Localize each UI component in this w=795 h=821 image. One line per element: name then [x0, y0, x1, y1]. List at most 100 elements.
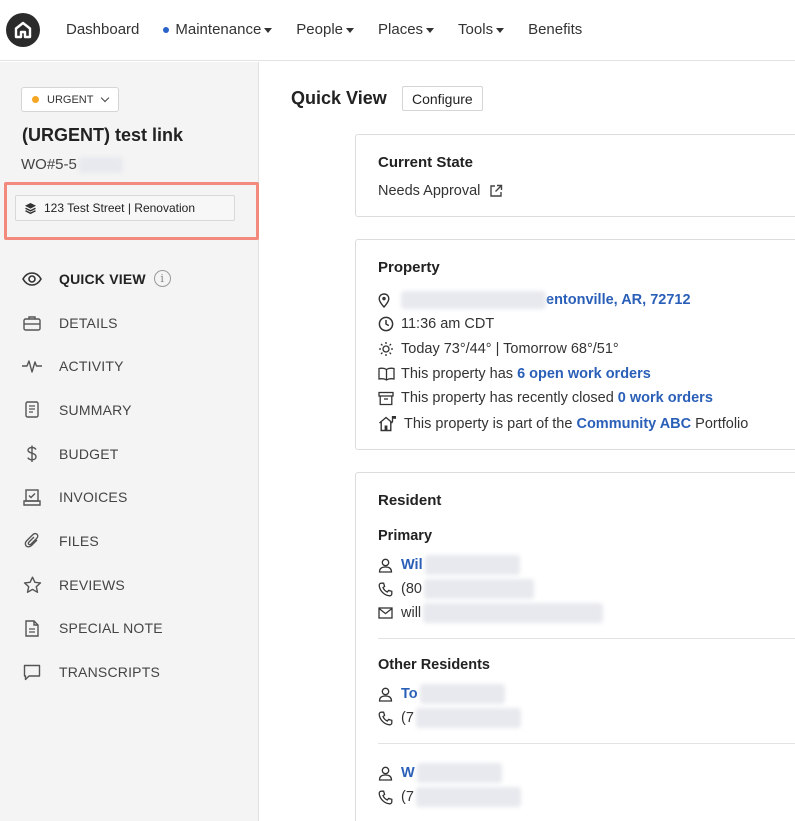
other-resident-phone-row[interactable]: (7 [378, 787, 521, 807]
caret-down-icon [496, 27, 505, 33]
property-local-time: 11:36 am CDT [401, 316, 495, 332]
primary-resident-name[interactable]: Wil [401, 557, 423, 573]
other-resident-name[interactable]: W [401, 765, 415, 781]
primary-resident-phone-row[interactable]: (80 [378, 579, 534, 599]
closed-orders-prefix: This property has recently closed [401, 390, 618, 406]
person-icon [378, 766, 396, 781]
open-book-icon [378, 367, 396, 381]
resident-heading: Resident [378, 492, 442, 509]
sidebar-item-budget[interactable]: BUDGET [20, 432, 171, 476]
house-flag-icon [378, 415, 398, 432]
portfolio-link[interactable]: Community ABC [576, 416, 691, 432]
dollar-icon [20, 442, 44, 466]
redacted-block [78, 156, 123, 173]
current-state-card: Current State Needs Approval [355, 134, 795, 217]
property-address-row[interactable]: entonville, AR, 72712 [378, 291, 691, 309]
sidebar-item-summary[interactable]: SUMMARY [20, 388, 171, 432]
nav-item-places[interactable]: Places [378, 21, 435, 38]
priority-label: URGENT [47, 93, 94, 106]
sidebar-item-files[interactable]: FILES [20, 519, 171, 563]
other-resident-name[interactable]: To [401, 686, 418, 702]
nav-item-label: Places [378, 21, 424, 38]
pulse-icon [20, 354, 44, 378]
sidebar-item-activity[interactable]: ACTIVITY [20, 344, 171, 388]
nav-item-people[interactable]: People [296, 21, 355, 38]
sidebar-item-quick-view[interactable]: QUICK VIEW i [20, 257, 171, 301]
priority-dot-icon [32, 96, 39, 103]
person-icon [378, 687, 396, 702]
redacted-block [424, 555, 520, 575]
paperclip-icon [20, 529, 44, 553]
redacted-block [419, 684, 505, 704]
envelope-icon [378, 607, 396, 619]
sidebar-item-label: SPECIAL NOTE [59, 620, 163, 637]
other-resident-name-row[interactable]: W [378, 763, 502, 783]
redacted-block [423, 579, 534, 599]
external-link-icon[interactable] [489, 184, 503, 198]
sidebar-item-label: REVIEWS [59, 576, 125, 593]
work-order-number-text: WO#5-5 [21, 156, 77, 173]
nav-item-benefits[interactable]: Benefits [528, 21, 582, 38]
nav-item-tools[interactable]: Tools [458, 21, 505, 38]
sidebar-item-label: FILES [59, 532, 99, 549]
property-address-link[interactable]: entonville, AR, 72712 [546, 292, 691, 308]
sidebar-item-label: QUICK VIEW [59, 270, 146, 287]
nav-item-maintenance[interactable]: Maintenance [163, 21, 273, 38]
property-weather: Today 73°/44° | Tomorrow 68°/51° [401, 341, 619, 357]
divider [378, 638, 795, 639]
info-icon[interactable]: i [153, 270, 171, 288]
caret-down-icon [346, 27, 355, 33]
resident-card: Resident Primary Wil (80 will Other Resi… [355, 472, 795, 821]
invoice-icon [20, 485, 44, 509]
closed-work-orders-link[interactable]: 0 work orders [618, 390, 713, 406]
open-work-orders-link[interactable]: 6 open work orders [517, 366, 651, 382]
person-icon [378, 558, 396, 573]
page-title: Quick View [291, 88, 387, 108]
sidebar-item-label: INVOICES [59, 489, 128, 506]
primary-resident-name-row[interactable]: Wil [378, 555, 520, 575]
other-resident-name-row[interactable]: To [378, 684, 505, 704]
sidebar-item-label: BUDGET [59, 445, 119, 462]
sidebar-item-details[interactable]: DETAILS [20, 301, 171, 345]
portfolio-prefix: This property is part of the [404, 415, 577, 432]
nav-item-label: Maintenance [175, 21, 262, 38]
divider [378, 743, 795, 744]
current-state-value: Needs Approval [378, 183, 481, 199]
work-order-title: (URGENT) test link [22, 125, 184, 145]
other-resident-phone: (7 [401, 710, 414, 726]
sidebar-item-reviews[interactable]: REVIEWS [20, 563, 171, 607]
configure-button[interactable]: Configure [402, 86, 483, 111]
active-dot-icon [163, 26, 170, 33]
open-orders-prefix: This property has [401, 366, 518, 382]
work-order-sidebar: URGENT (URGENT) test link WO#5-5 123 Tes… [0, 62, 259, 821]
sidebar-item-special-note[interactable]: SPECIAL NOTE [20, 607, 171, 651]
current-state-row[interactable]: Needs Approval [378, 183, 503, 199]
primary-resident-phone: (80 [401, 581, 422, 597]
eye-icon [20, 267, 44, 291]
property-portfolio-row: This property is part of the Community A… [378, 415, 748, 432]
primary-resident-email-row[interactable]: will [378, 603, 604, 623]
other-resident-phone-row[interactable]: (7 [378, 708, 521, 728]
property-chip[interactable]: 123 Test Street | Renovation [15, 195, 235, 221]
nav-item-dashboard[interactable]: Dashboard [66, 21, 139, 38]
briefcase-icon [20, 311, 44, 335]
document-icon [20, 398, 44, 422]
work-order-number: WO#5-5 [21, 156, 123, 173]
property-closed-orders-row: This property has recently closed 0 work… [378, 390, 713, 406]
redacted-block [415, 787, 521, 807]
sidebar-item-label: TRANSCRIPTS [59, 664, 160, 681]
sidebar-item-transcripts[interactable]: TRANSCRIPTS [20, 650, 171, 694]
top-navbar: Dashboard Maintenance People Places Tools Ben… [0, 0, 795, 61]
sidebar-item-label: ACTIVITY [59, 358, 124, 375]
archive-box-icon [378, 391, 396, 406]
star-icon [20, 573, 44, 597]
property-heading: Property [378, 259, 440, 276]
sidebar-item-label: SUMMARY [59, 401, 132, 418]
home-logo-icon[interactable] [6, 13, 40, 47]
redacted-block [415, 708, 521, 728]
current-state-heading: Current State [378, 154, 474, 171]
phone-icon [378, 790, 396, 805]
priority-dropdown[interactable]: URGENT [21, 87, 120, 112]
property-chip-label: 123 Test Street | Renovation [44, 201, 195, 215]
sidebar-item-invoices[interactable]: INVOICES [20, 475, 171, 519]
